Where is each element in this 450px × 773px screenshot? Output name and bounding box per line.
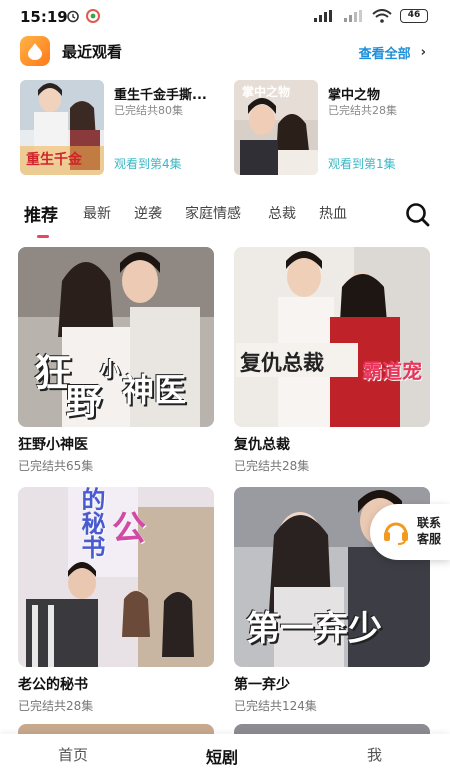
tab-ceo[interactable]: 总裁: [268, 203, 296, 223]
recent-title: 最近观看: [62, 43, 123, 61]
headset-icon: [384, 522, 408, 545]
recent-thumb: 重生千金: [20, 80, 104, 175]
nav-me[interactable]: 我: [367, 744, 382, 765]
signal-weak-icon: [344, 10, 362, 22]
drama-title: 第一弃少: [234, 677, 290, 693]
nav-short-drama[interactable]: 短剧: [206, 744, 238, 768]
poster-title-text: 神医: [122, 371, 187, 409]
signal-icon: [314, 10, 332, 22]
poster-title-text: 第一弃少: [246, 609, 382, 649]
recent-item-progress: 观看到第1集: [328, 157, 396, 171]
recent-thumb: 掌中之物: [234, 80, 318, 175]
chevron-right-icon: ›: [420, 45, 426, 60]
recent-item[interactable]: 重生千金 重生千金手撕... 已完结共80集 观看到第4集: [20, 80, 220, 175]
drama-title: 狂野小神医: [18, 437, 88, 453]
bottom-nav: 首页 短剧 我: [0, 734, 450, 773]
status-left-icons: [66, 9, 100, 23]
tab-family[interactable]: 家庭情感: [185, 203, 241, 223]
app-logo-icon: [20, 36, 50, 66]
recent-list: 重生千金 重生千金手撕... 已完结共80集 观看到第4集 掌中之物 掌中之物 …: [0, 80, 450, 175]
recent-item-name: 掌中之物: [328, 88, 381, 103]
tab-latest[interactable]: 最新: [83, 203, 111, 223]
tab-action[interactable]: 热血: [319, 203, 347, 223]
recent-header: 最近观看 查看全部 ›: [0, 34, 450, 66]
search-icon[interactable]: [404, 201, 430, 227]
svg-text:重生千金: 重生千金: [26, 151, 83, 168]
poster-title-text: 复仇总裁: [240, 350, 324, 375]
recent-item-progress: 观看到第4集: [114, 157, 182, 171]
tab-indicator: [37, 235, 49, 238]
recent-item-episodes: 已完结共28集: [328, 104, 397, 117]
poster-title-text: 小: [100, 357, 120, 381]
drama-episodes: 已完结共28集: [234, 459, 310, 473]
svg-text:掌中之物: 掌中之物: [242, 84, 290, 99]
recent-item-episodes: 已完结共80集: [114, 104, 183, 117]
view-all-link[interactable]: 查看全部 ›: [359, 43, 426, 62]
tab-counterattack[interactable]: 逆袭: [134, 203, 162, 223]
alarm-icon: [67, 10, 79, 23]
view-all-label: 查看全部: [358, 47, 411, 62]
drama-title: 老公的秘书: [18, 677, 88, 693]
drama-episodes: 已完结共65集: [18, 459, 94, 473]
drama-poster: 复仇总裁 霸道宠: [234, 247, 430, 427]
category-tabs: 推荐 最新 逆袭 家庭情感 总裁 热血: [0, 203, 450, 243]
recent-item[interactable]: 掌中之物 掌中之物 已完结共28集 观看到第1集: [234, 80, 434, 175]
drama-poster: 狂 小 野 神医: [18, 247, 214, 427]
poster-title-text: 的秘书: [77, 487, 106, 559]
customer-service-label: 联系客服: [417, 516, 442, 546]
recent-item-name: 重生千金手撕...: [114, 88, 207, 103]
drama-title: 复仇总裁: [234, 437, 290, 453]
status-time: 15:19: [20, 8, 68, 26]
nav-home[interactable]: 首页: [58, 744, 88, 765]
tab-recommend[interactable]: 推荐: [24, 201, 58, 226]
status-right-icons: 46: [314, 9, 428, 23]
status-bar: 15:19 46: [0, 0, 450, 34]
drama-episodes: 已完结共124集: [234, 699, 317, 713]
poster-title-text: 公: [112, 509, 146, 549]
battery-icon: 46: [400, 9, 428, 23]
poster-title-text: 霸道宠: [362, 359, 422, 383]
app-notification-icon: [86, 9, 100, 23]
poster-title-text: 野: [66, 381, 103, 423]
drama-episodes: 已完结共28集: [18, 699, 94, 713]
customer-service-button[interactable]: 联系客服: [370, 504, 450, 560]
wifi-icon: [372, 9, 392, 23]
drama-poster: 的秘书 公: [18, 487, 214, 667]
